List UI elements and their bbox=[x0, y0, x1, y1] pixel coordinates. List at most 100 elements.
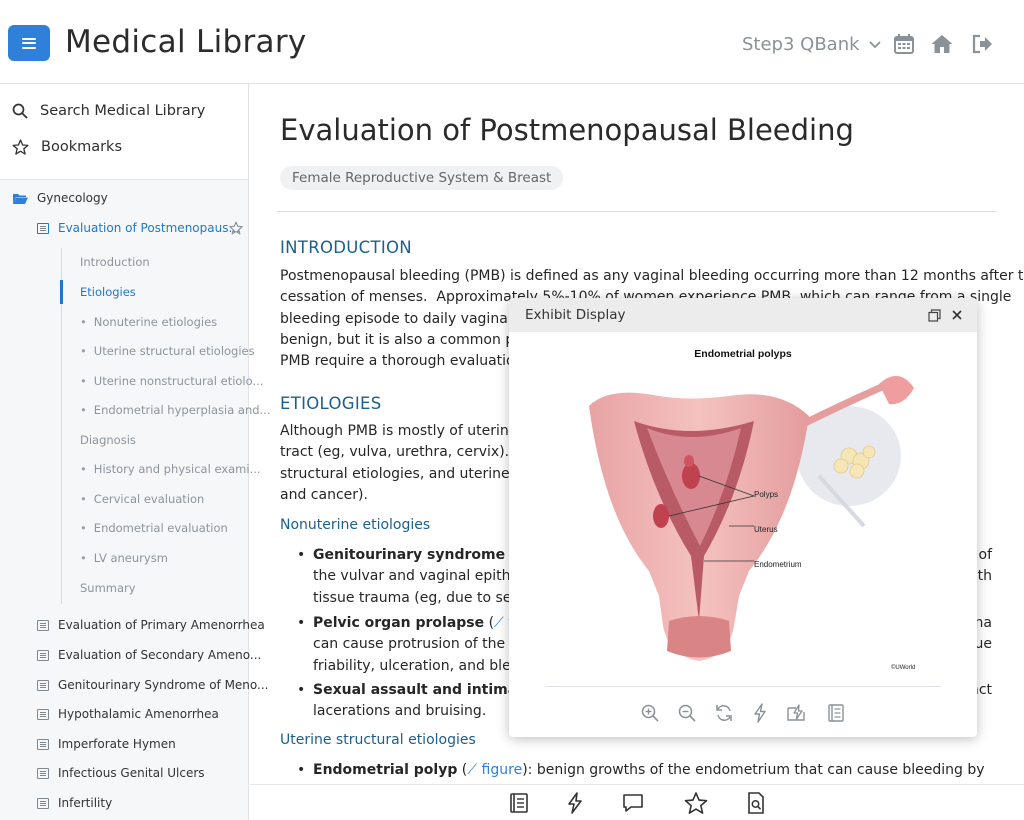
app-header: Medical Library Step3 QBank bbox=[0, 0, 1024, 84]
chevron-down-icon bbox=[868, 40, 881, 48]
app-title: Medical Library bbox=[65, 24, 307, 60]
toc-item[interactable]: Diagnosis bbox=[80, 433, 136, 447]
bullet-tail: na bbox=[974, 615, 992, 631]
article-icon bbox=[37, 767, 49, 779]
title-divider bbox=[277, 211, 997, 212]
toc-item-label: Uterine structural etiologies bbox=[93, 344, 255, 358]
toc-item[interactable]: Uterine structural etiologies bbox=[80, 344, 255, 358]
toc-item-label: LV aneurysm bbox=[93, 551, 168, 565]
image-credit: ©UWorld bbox=[891, 665, 916, 671]
flash-icon[interactable] bbox=[750, 703, 770, 723]
search-library-label: Search Medical Library bbox=[40, 103, 206, 119]
bookmarks-label: Bookmarks bbox=[41, 139, 123, 155]
bullet-dot: • bbox=[297, 682, 306, 698]
article-item[interactable]: Genitourinary Syndrome of Meno... bbox=[37, 678, 269, 692]
figure-link-label: figure bbox=[481, 762, 523, 778]
article-icon bbox=[37, 619, 49, 631]
toc-item-label: History and physical exami... bbox=[93, 462, 261, 476]
search-library-link[interactable]: Search Medical Library bbox=[12, 103, 205, 119]
image-title: Endometrial polyps bbox=[694, 348, 792, 360]
exhibit-title: Exhibit Display bbox=[525, 307, 626, 323]
restore-icon[interactable] bbox=[928, 309, 941, 322]
toc-item[interactable]: LV aneurysm bbox=[80, 551, 168, 565]
toc-item[interactable]: History and physical exami... bbox=[80, 462, 261, 476]
bullet-dot: • bbox=[297, 762, 306, 778]
star-outline-icon bbox=[12, 139, 29, 155]
article-icon bbox=[37, 708, 49, 720]
qbank-label: Step3 QBank bbox=[742, 34, 860, 55]
image-label-polyps: Polyps bbox=[754, 490, 779, 499]
section-heading: INTRODUCTION bbox=[280, 238, 412, 257]
exhibit-dialog: Exhibit Display Endometrial polyps Polyp… bbox=[509, 298, 977, 737]
search-icon bbox=[12, 103, 28, 119]
bullet-bold: Pelvic organ prolapse bbox=[313, 615, 485, 631]
folder-label: Gynecology bbox=[37, 191, 108, 205]
article-icon bbox=[37, 797, 49, 809]
article-item[interactable]: Infectious Genital Ulcers bbox=[37, 766, 205, 780]
menu-icon bbox=[22, 37, 36, 49]
section-heading: ETIOLOGIES bbox=[280, 394, 382, 413]
subsection-heading: Nonuterine etiologies bbox=[280, 517, 431, 533]
sidebar: Search Medical Library Bookmarks Gynecol… bbox=[0, 84, 271, 820]
article-item[interactable]: Hypothalamic Amenorrhea bbox=[37, 707, 219, 721]
article-icon bbox=[37, 649, 49, 661]
toc-item[interactable]: Introduction bbox=[80, 255, 150, 269]
bullet-bold: Genitourinary syndrome of bbox=[313, 547, 526, 563]
bullet-tail: of bbox=[978, 547, 993, 563]
flashcard-icon[interactable] bbox=[563, 791, 587, 815]
toc-item-label: Nonuterine etiologies bbox=[93, 315, 218, 329]
folder-gynecology[interactable]: Gynecology bbox=[12, 191, 108, 205]
current-article-label: Evaluation of Postmenopaus... bbox=[58, 221, 240, 235]
article-label: Imperforate Hymen bbox=[58, 737, 176, 751]
notebook-icon[interactable] bbox=[507, 791, 531, 815]
toc-item-label: Endometrial hyperplasia and... bbox=[93, 403, 271, 417]
flash-add-icon[interactable] bbox=[786, 703, 806, 723]
article-icon bbox=[37, 679, 49, 691]
toc-item-label: Uterine nonstructural etiolo... bbox=[93, 374, 264, 388]
comment-icon[interactable] bbox=[621, 791, 645, 815]
star-icon[interactable] bbox=[684, 791, 708, 815]
article-label: Genitourinary Syndrome of Meno... bbox=[58, 678, 269, 692]
bullet-dot: • bbox=[297, 547, 306, 563]
text-line: Postmenopausal bleeding (PMB) is defined… bbox=[280, 268, 1024, 284]
figure-link[interactable]: ⟋ figure bbox=[467, 762, 522, 778]
close-icon[interactable] bbox=[951, 309, 963, 321]
home-icon[interactable] bbox=[930, 32, 954, 56]
logout-icon[interactable] bbox=[970, 32, 994, 56]
notebook-icon[interactable] bbox=[826, 703, 846, 723]
toc-item-label: Endometrial evaluation bbox=[93, 521, 228, 535]
uterus-illustration bbox=[589, 375, 914, 661]
bottom-toolbar bbox=[250, 784, 1024, 820]
article-item[interactable]: Evaluation of Primary Amenorrhea bbox=[37, 618, 265, 632]
article-label: Evaluation of Secondary Ameno... bbox=[58, 648, 262, 662]
article-item[interactable]: Evaluation of Secondary Ameno... bbox=[37, 648, 261, 662]
image-label-uterus: Uterus bbox=[754, 525, 778, 534]
exhibit-divider bbox=[545, 686, 941, 687]
article-item[interactable]: Infertility bbox=[37, 796, 112, 810]
toc-item[interactable]: Summary bbox=[80, 581, 136, 595]
menu-button[interactable] bbox=[8, 25, 50, 61]
toc-item[interactable]: Uterine nonstructural etiolo... bbox=[80, 374, 264, 388]
zoom-out-icon[interactable] bbox=[677, 703, 697, 723]
toc-active-indicator bbox=[60, 280, 63, 304]
toc-item-active[interactable]: Etiologies bbox=[80, 285, 136, 299]
bookmarks-link[interactable]: Bookmarks bbox=[12, 139, 122, 155]
toc-item[interactable]: Cervical evaluation bbox=[80, 492, 205, 506]
toc-item[interactable]: Nonuterine etiologies bbox=[80, 315, 217, 329]
article-item[interactable]: Imperforate Hymen bbox=[37, 737, 176, 751]
search-doc-icon[interactable] bbox=[744, 791, 768, 815]
article-label: Infectious Genital Ulcers bbox=[58, 766, 205, 780]
calendar-icon[interactable] bbox=[892, 32, 916, 56]
toc-item[interactable]: Endometrial hyperplasia and... bbox=[80, 403, 271, 417]
qbank-selector[interactable]: Step3 QBank bbox=[742, 34, 882, 55]
image-label-endometrium: Endometrium bbox=[754, 560, 802, 569]
zoom-in-icon[interactable] bbox=[640, 703, 660, 723]
bookmark-star-icon[interactable] bbox=[229, 221, 243, 235]
toc-item[interactable]: Endometrial evaluation bbox=[80, 521, 228, 535]
reset-icon[interactable] bbox=[714, 703, 734, 723]
current-article-item[interactable]: Evaluation of Postmenopaus... bbox=[37, 221, 240, 235]
article-label: Infertility bbox=[58, 796, 113, 810]
article-label: Hypothalamic Amenorrhea bbox=[58, 707, 219, 721]
sidebar-top: Search Medical Library Bookmarks bbox=[0, 84, 248, 180]
category-chip[interactable]: Female Reproductive System & Breast bbox=[280, 166, 564, 190]
